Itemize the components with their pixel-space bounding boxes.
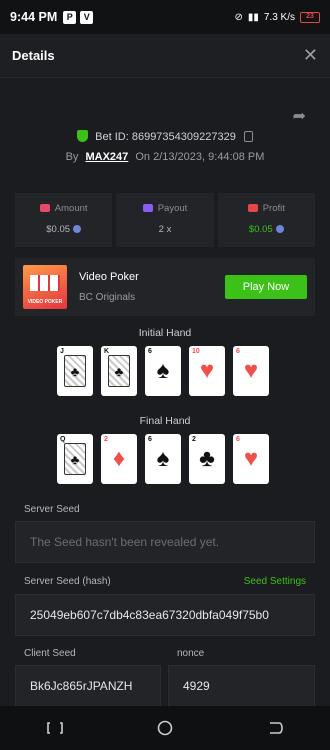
playing-card: 6 ♠ bbox=[145, 346, 181, 396]
card-suit: ♥ bbox=[243, 445, 259, 472]
status-time: 9:44 PM bbox=[10, 10, 58, 24]
notification-icon: P bbox=[63, 10, 77, 24]
card-rank: 6 bbox=[148, 436, 152, 443]
coin-icon bbox=[275, 225, 284, 233]
bet-id: Bet ID: 86997354309227329 bbox=[95, 131, 236, 143]
stat-payout: Payout 2 x bbox=[116, 193, 214, 247]
card-suit: ♥ bbox=[199, 357, 215, 384]
client-seed-label: Client Seed bbox=[24, 648, 76, 659]
nonce-field[interactable]: 4929 bbox=[168, 665, 315, 706]
server-hash-label: Server Seed (hash) bbox=[24, 576, 111, 587]
playing-card: 6 ♥ bbox=[233, 346, 269, 396]
card-suit: ♣ bbox=[70, 363, 80, 379]
final-hand: Q ♣ 2 ♦ 6 ♠ 2 ♣ 6 ♥ bbox=[57, 434, 269, 484]
server-hash-field[interactable]: 25049eb607c7db4c83ea67320dbfa049f75b0 bbox=[15, 594, 315, 636]
playing-card: 6 ♠ bbox=[145, 434, 181, 484]
amount-value: $0.05 bbox=[46, 224, 71, 235]
playing-card: K ♣ bbox=[101, 346, 137, 396]
card-suit: ♣ bbox=[114, 363, 124, 379]
face-card-art: ♣ bbox=[108, 355, 130, 387]
close-icon[interactable]: ✕ bbox=[303, 45, 318, 66]
payout-icon bbox=[142, 204, 153, 212]
card-suit: ♦ bbox=[112, 445, 126, 472]
profit-label: Profit bbox=[262, 203, 285, 214]
stat-profit: Profit $0.05 bbox=[217, 193, 315, 247]
card-rank: K bbox=[104, 348, 110, 355]
thumbnail-text: VIDEO POKER bbox=[27, 299, 63, 305]
stat-amount: Amount $0.05 bbox=[15, 193, 113, 247]
coin-icon bbox=[73, 225, 82, 233]
card-rank: 6 bbox=[236, 436, 240, 443]
android-nav-bar bbox=[0, 706, 330, 750]
card-rank: 2 bbox=[192, 436, 196, 443]
back-icon[interactable] bbox=[265, 720, 285, 736]
card-suit: ♣ bbox=[70, 451, 80, 467]
copy-icon[interactable] bbox=[243, 131, 253, 142]
initial-hand: J ♣ K ♣ 6 ♠ 10 ♥ 6 ♥ bbox=[57, 346, 269, 396]
server-seed-label: Server Seed bbox=[24, 504, 80, 515]
card-rank: 2 bbox=[104, 436, 108, 443]
face-card-art: ♣ bbox=[64, 355, 86, 387]
by-label: By bbox=[65, 151, 79, 163]
playing-card: Q ♣ bbox=[57, 434, 93, 484]
card-rank: J bbox=[60, 348, 64, 355]
bet-stats: Amount $0.05 Payout 2 x Profit $0.05 bbox=[15, 193, 315, 247]
payout-value: 2 x bbox=[158, 224, 172, 235]
initial-hand-label: Initial Hand bbox=[138, 327, 192, 339]
card-rank: 10 bbox=[192, 348, 200, 355]
payout-label: Payout bbox=[157, 203, 188, 214]
card-suit: ♣ bbox=[199, 445, 215, 472]
user-link[interactable]: MAX247 bbox=[85, 151, 128, 163]
app-v-icon: V bbox=[80, 10, 94, 24]
recent-apps-icon[interactable] bbox=[45, 720, 65, 736]
play-now-button[interactable]: Play Now bbox=[225, 275, 307, 299]
amount-icon bbox=[39, 204, 50, 212]
playing-card: 2 ♦ bbox=[101, 434, 137, 484]
profit-value: $0.05 bbox=[248, 224, 273, 235]
bet-id-row: Bet ID: 86997354309227329 bbox=[0, 130, 330, 143]
final-hand-label: Final Hand bbox=[139, 415, 191, 427]
video-poker-thumbnail[interactable]: VIDEO POKER bbox=[23, 265, 67, 309]
seed-settings-link[interactable]: Seed Settings bbox=[244, 576, 306, 587]
home-icon[interactable] bbox=[155, 720, 175, 736]
battery-icon: 23 bbox=[300, 11, 320, 23]
server-seed-field: The Seed hasn't been revealed yet. bbox=[15, 521, 315, 563]
verified-shield-icon bbox=[77, 130, 89, 142]
on-label: On bbox=[135, 151, 151, 163]
details-header: Details ✕ bbox=[0, 34, 330, 78]
card-rank: 6 bbox=[236, 348, 240, 355]
playing-card: J ♣ bbox=[57, 346, 93, 396]
signal-icon: ▮▮ bbox=[247, 11, 259, 23]
amount-label: Amount bbox=[54, 203, 88, 214]
face-card-art: ♣ bbox=[64, 443, 86, 475]
page-title: Details bbox=[12, 48, 55, 63]
profit-icon bbox=[247, 204, 258, 212]
status-right: ⊘ ▮▮ 7.3 K/s 23 bbox=[234, 11, 320, 23]
card-suit: ♠ bbox=[156, 357, 170, 384]
nonce-label: nonce bbox=[177, 648, 205, 659]
bet-date: 2/13/2023, 9:44:08 PM bbox=[153, 151, 265, 163]
thumbnail-cards bbox=[30, 275, 60, 291]
card-rank: Q bbox=[60, 436, 66, 443]
playing-card: 10 ♥ bbox=[189, 346, 225, 396]
status-bar: 9:44 PM P V ⊘ ▮▮ 7.3 K/s 23 bbox=[0, 0, 330, 34]
game-name: Video Poker bbox=[79, 271, 139, 283]
details-content: ➦ Bet ID: 86997354309227329 By MAX247 On… bbox=[0, 78, 330, 706]
game-card: VIDEO POKER Video Poker BC Originals Pla… bbox=[15, 258, 315, 316]
bet-byline: By MAX247 On 2/13/2023, 9:44:08 PM bbox=[0, 151, 330, 163]
game-provider: BC Originals bbox=[79, 292, 136, 303]
playing-card: 2 ♣ bbox=[189, 434, 225, 484]
share-icon[interactable]: ➦ bbox=[293, 106, 306, 126]
card-rank: 6 bbox=[148, 348, 152, 355]
playing-card: 6 ♥ bbox=[233, 434, 269, 484]
client-seed-field[interactable]: Bk6Jc865rJPANZH bbox=[15, 665, 161, 706]
net-speed: 7.3 K/s bbox=[263, 11, 295, 23]
card-suit: ♠ bbox=[156, 445, 170, 472]
dnd-icon: ⊘ bbox=[234, 11, 243, 23]
game-info: Video Poker BC Originals bbox=[79, 271, 139, 303]
card-suit: ♥ bbox=[243, 357, 259, 384]
